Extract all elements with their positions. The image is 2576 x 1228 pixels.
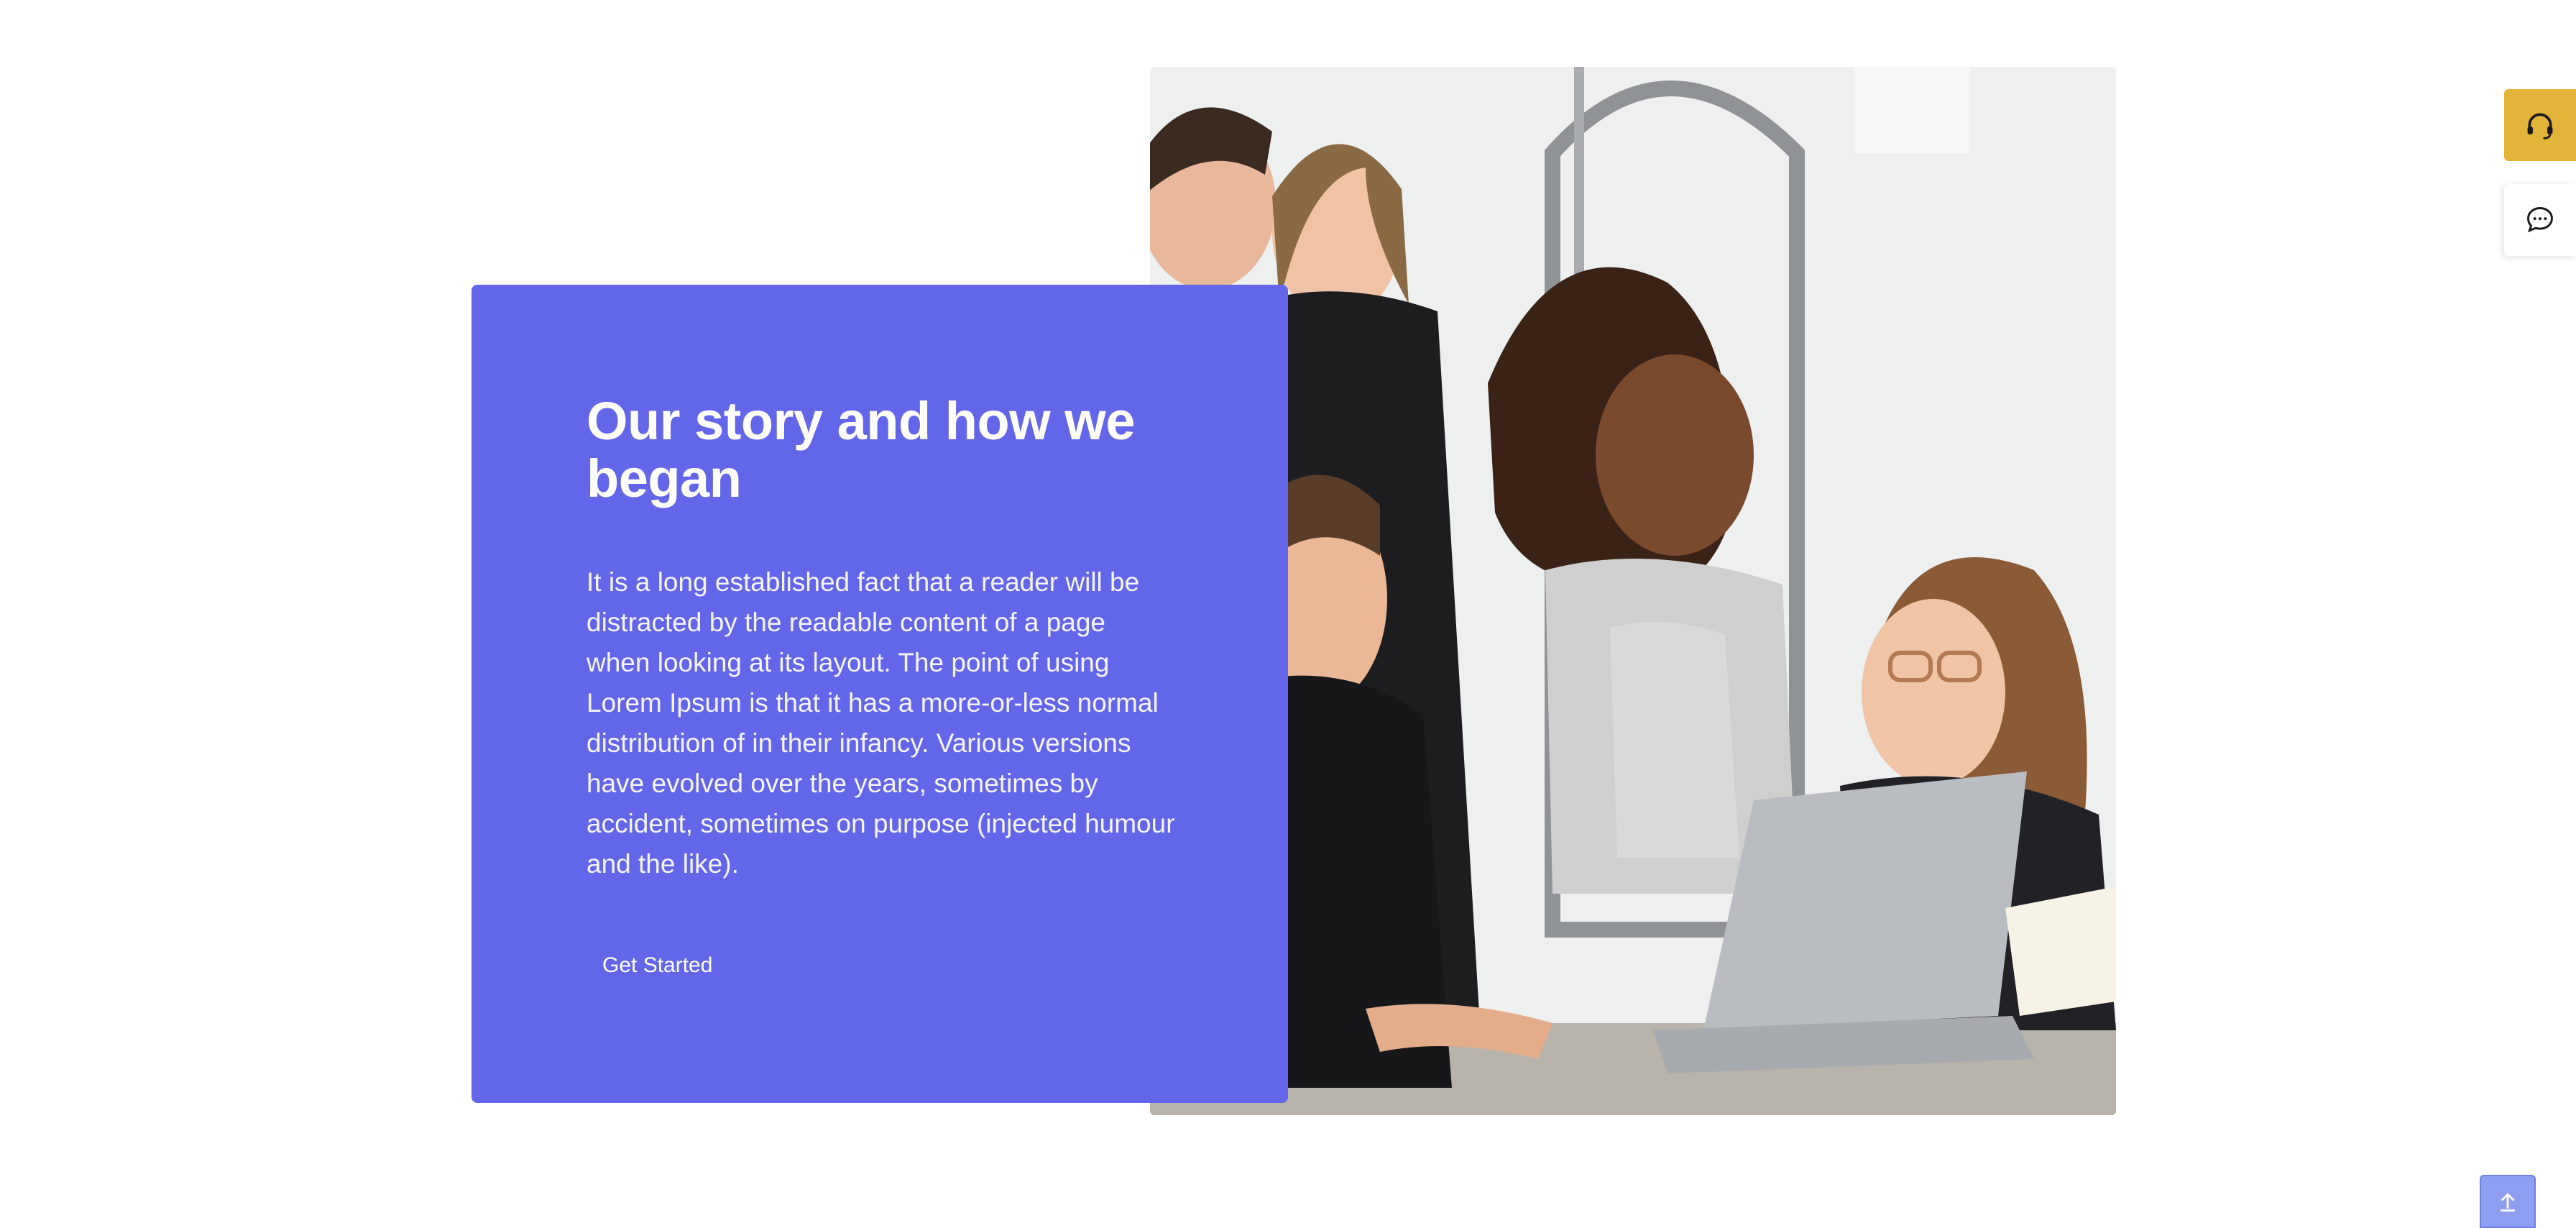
headset-icon	[2527, 113, 2553, 139]
story-title: Our story and how we began	[586, 391, 1136, 508]
team-photo	[1150, 67, 2116, 1115]
chat-widget-button[interactable]	[2504, 184, 2576, 256]
scroll-to-top-button[interactable]	[2480, 1175, 2536, 1228]
support-widget-button[interactable]	[2504, 89, 2576, 161]
story-card: Our story and how we began It is a long …	[472, 285, 1288, 1103]
story-body: It is a long established fact that a rea…	[586, 567, 1175, 879]
page: Our story and how we began It is a long …	[0, 0, 2576, 1228]
team-photo-illustration	[1150, 67, 2116, 1115]
chat-bubble-icon	[2527, 207, 2553, 233]
get-started-button[interactable]: Get Started	[586, 940, 728, 991]
arrow-up-icon	[2501, 1193, 2515, 1212]
